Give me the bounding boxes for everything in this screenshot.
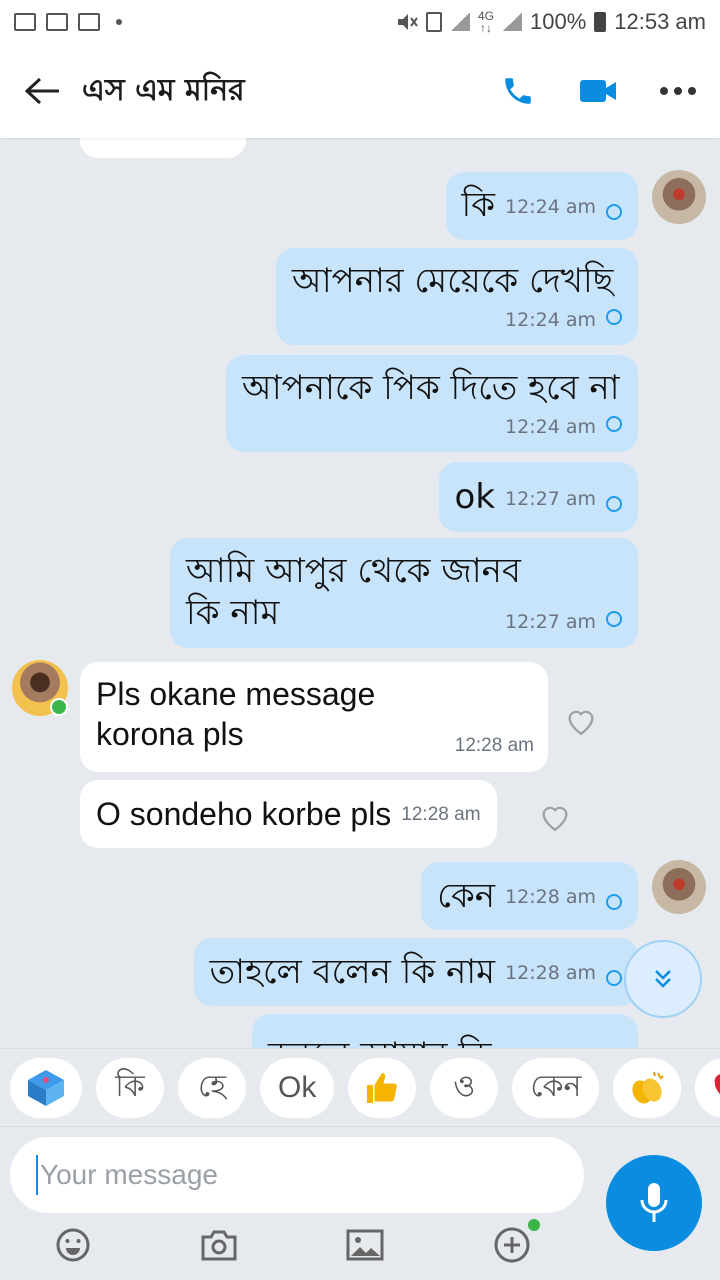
data-activity: ↑↓ [479,21,492,35]
message-time: 12:28 am [505,962,596,984]
back-arrow-icon [24,77,59,105]
plus-circle-icon [494,1227,530,1263]
image-icon [346,1229,384,1261]
read-receipt-icon [606,970,622,986]
thumbs-up-icon [367,1072,398,1103]
message-text: ok [454,477,496,517]
message-bubble[interactable]: আমি আপুর থেকে জানব কি নাম 12:27 am [170,538,638,648]
read-receipt-icon [606,204,622,220]
book-notification-icon [46,13,68,31]
heart-icon [715,1073,720,1094]
clapping-icon [632,1071,665,1104]
apps-notification-icon [78,13,100,31]
read-receipt-icon [606,610,622,627]
camera-icon [201,1230,237,1261]
clapping-chip[interactable] [613,1057,682,1118]
video-call-button[interactable] [576,69,620,113]
message-time: 12:24 am [505,309,596,331]
message-input-placeholder: Your message [40,1159,218,1190]
signal-icon [449,13,470,31]
message-text: আমি আপুর থেকে জানব কি নাম [186,551,521,633]
double-chevron-down-icon [655,970,671,988]
my-avatar[interactable] [652,170,706,224]
phone-icon [505,78,531,104]
voice-call-button[interactable] [496,69,540,113]
message-bubble-partial[interactable] [80,138,246,158]
message-time: 12:27 am [505,488,596,510]
like-heart-icon[interactable] [564,704,598,738]
quick-reply-chip[interactable]: Ok [260,1057,335,1118]
message-time: 12:28 am [505,886,596,908]
text-cursor [36,1155,38,1195]
emoji-button[interactable] [53,1225,93,1265]
message-text: O sondeho korbe pls [96,796,392,832]
status-time: 12:53 am [614,9,706,34]
new-feature-dot [528,1219,540,1231]
message-text: তাহলে বলেন কি নাম [209,952,496,992]
message-time: 12:24 am [505,196,596,218]
read-receipt-icon [606,894,622,910]
quick-reply-chip[interactable]: ও [430,1057,499,1118]
message-bubble[interactable]: কেন 12:28 am [421,862,638,930]
thumbs-up-chip[interactable] [348,1057,417,1118]
battery-icon [594,12,607,32]
composer: Your message [0,1126,720,1280]
online-status-icon [50,698,68,716]
message-time: 12:24 am [505,416,596,438]
read-receipt-icon [606,496,622,512]
camera-button[interactable] [199,1225,239,1265]
message-bubble[interactable]: O sondeho korbe pls 12:28 am [80,780,497,848]
quick-reply-chip[interactable]: কেন [512,1057,600,1118]
heart-chip[interactable] [695,1057,720,1118]
gallery-notification-icon [14,13,36,31]
back-button[interactable] [20,69,64,113]
microphone-icon [640,1183,668,1222]
message-list[interactable]: কি 12:24 am আপনার মেয়েকে দেখছি 12:24 am… [0,138,720,1048]
battery-percent: 100% [529,9,587,34]
message-input[interactable]: Your message [10,1137,584,1213]
sticker-icon [28,1069,64,1106]
read-receipt-icon [606,308,622,325]
message-bubble[interactable]: আপনার মেয়েকে দেখছি 12:24 am [276,248,638,345]
message-time: 12:28 am [454,735,534,756]
message-text: Pls okane message korona pls [96,676,376,752]
quick-reply-bar[interactable]: কি হে Ok ও কেন [0,1048,720,1126]
read-receipt-icon [606,415,622,432]
like-heart-icon[interactable] [538,800,572,834]
smiley-icon [56,1228,90,1262]
sticker-chip[interactable] [10,1057,82,1118]
sim-icon [425,12,442,32]
signal-icon [501,13,522,31]
contact-name[interactable]: এস এম মনির [82,66,245,117]
message-text: কেন [437,876,496,916]
message-time: 12:27 am [505,611,596,633]
quick-reply-chip[interactable]: কি [96,1057,164,1118]
status-bar: 4G ↑↓ 100% 12:53 am [0,0,720,44]
message-bubble[interactable]: করলে আমার কি [252,1014,638,1048]
message-text: কি [461,185,496,225]
video-camera-icon [580,80,616,102]
more-notifications-icon [116,19,122,25]
message-bubble[interactable]: আপনাকে পিক দিতে হবে না 12:24 am [226,355,638,452]
message-time: 12:28 am [401,804,481,825]
message-text: করলে আমার কি [268,1035,492,1048]
mute-icon [397,14,418,30]
gallery-button[interactable] [345,1225,385,1265]
message-bubble[interactable]: ok 12:27 am [438,462,638,532]
my-avatar[interactable] [652,860,706,914]
chat-header: এস এম মনির [0,44,720,138]
message-text: আপনাকে পিক দিতে হবে না [242,368,620,408]
voice-record-button[interactable] [606,1155,702,1251]
message-bubble[interactable]: Pls okane message korona pls 12:28 am [80,662,548,772]
scroll-to-bottom-button[interactable] [624,940,702,1018]
message-bubble[interactable]: কি 12:24 am [445,172,638,240]
quick-reply-chip[interactable]: হে [178,1057,246,1118]
more-options-button[interactable] [656,69,700,113]
more-dots-icon [660,87,696,95]
message-bubble[interactable]: তাহলে বলেন কি নাম 12:28 am [193,938,638,1006]
message-text: আপনার মেয়েকে দেখছি [292,261,614,301]
more-attachments-button[interactable] [492,1225,532,1265]
